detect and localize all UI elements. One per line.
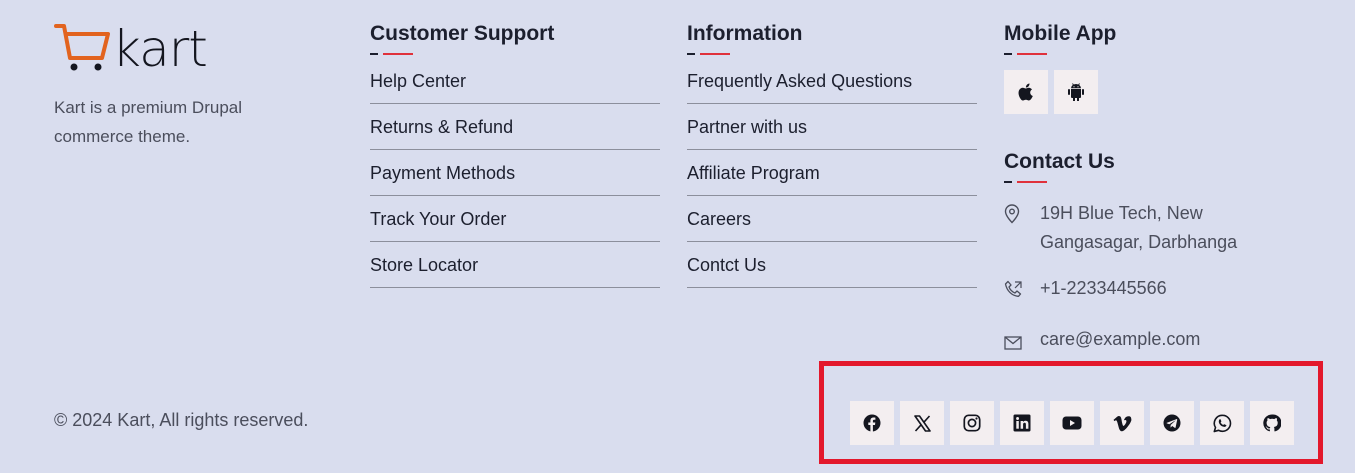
- heading-underline: [1004, 53, 1048, 56]
- link-faq[interactable]: Frequently Asked Questions: [687, 72, 977, 104]
- contact-email[interactable]: care@example.com: [1004, 325, 1334, 359]
- link-label[interactable]: Payment Methods: [370, 163, 515, 183]
- facebook-icon: [863, 414, 881, 432]
- link-label[interactable]: Frequently Asked Questions: [687, 71, 912, 91]
- android-app-button[interactable]: [1054, 70, 1098, 114]
- heading-underline: [370, 53, 414, 56]
- link-label[interactable]: Contct Us: [687, 255, 766, 275]
- map-pin-icon: [1004, 199, 1040, 233]
- link-contact-us[interactable]: Contct Us: [687, 242, 977, 288]
- vimeo-icon: [1113, 415, 1131, 431]
- telegram-icon: [1163, 414, 1181, 432]
- link-payment-methods[interactable]: Payment Methods: [370, 150, 660, 196]
- linkedin-button[interactable]: [1000, 401, 1044, 445]
- brand-block: kart Kart is a premium Drupal commerce t…: [54, 22, 314, 151]
- whatsapp-button[interactable]: [1200, 401, 1244, 445]
- youtube-button[interactable]: [1050, 401, 1094, 445]
- x-twitter-icon: [913, 414, 931, 432]
- vimeo-button[interactable]: [1100, 401, 1144, 445]
- contact-list: 19H Blue Tech, New Gangasagar, Darbhanga…: [1004, 199, 1334, 359]
- contact-phone[interactable]: +1-2233445566: [1004, 274, 1334, 308]
- phone-icon: [1004, 274, 1040, 308]
- link-label[interactable]: Track Your Order: [370, 209, 506, 229]
- instagram-button[interactable]: [950, 401, 994, 445]
- site-footer: kart Kart is a premium Drupal commerce t…: [0, 0, 1355, 473]
- instagram-icon: [963, 414, 981, 432]
- heading-underline: [1004, 181, 1048, 184]
- logo[interactable]: kart: [54, 20, 314, 78]
- copyright-text: © 2024 Kart, All rights reserved.: [54, 410, 309, 430]
- heading-underline: [687, 53, 731, 56]
- shopping-cart-icon: [54, 24, 110, 71]
- information-heading: Information: [687, 22, 803, 45]
- customer-support-links: Help Center Returns & Refund Payment Met…: [370, 72, 660, 288]
- envelope-icon: [1004, 325, 1040, 359]
- link-label[interactable]: Help Center: [370, 71, 466, 91]
- contact-email-text[interactable]: care@example.com: [1040, 325, 1200, 354]
- mobile-app-column: Mobile App Contact Us 19H Blue Tech, New…: [1004, 20, 1334, 359]
- logo-text: kart: [112, 20, 208, 78]
- youtube-icon: [1062, 416, 1082, 430]
- x-twitter-button[interactable]: [900, 401, 944, 445]
- social-links: [850, 401, 1294, 445]
- telegram-button[interactable]: [1150, 401, 1194, 445]
- link-affiliate[interactable]: Affiliate Program: [687, 150, 977, 196]
- information-column: Information Frequently Asked Questions P…: [687, 20, 977, 288]
- link-label[interactable]: Careers: [687, 209, 751, 229]
- mobile-app-heading: Mobile App: [1004, 22, 1117, 45]
- link-label[interactable]: Store Locator: [370, 255, 478, 275]
- whatsapp-icon: [1213, 413, 1231, 432]
- link-help-center[interactable]: Help Center: [370, 72, 660, 104]
- link-label[interactable]: Affiliate Program: [687, 163, 820, 183]
- linkedin-icon: [1013, 414, 1031, 432]
- link-label[interactable]: Partner with us: [687, 117, 807, 137]
- information-links: Frequently Asked Questions Partner with …: [687, 72, 977, 288]
- customer-support-heading: Customer Support: [370, 22, 555, 45]
- link-store-locator[interactable]: Store Locator: [370, 242, 660, 288]
- github-button[interactable]: [1250, 401, 1294, 445]
- contact-address: 19H Blue Tech, New Gangasagar, Darbhanga: [1004, 199, 1334, 257]
- link-label[interactable]: Returns & Refund: [370, 117, 513, 137]
- link-track-order[interactable]: Track Your Order: [370, 196, 660, 242]
- android-icon: [1068, 83, 1084, 101]
- app-store-buttons: [1004, 70, 1334, 114]
- link-returns-refund[interactable]: Returns & Refund: [370, 104, 660, 150]
- github-icon: [1263, 414, 1281, 432]
- link-partner[interactable]: Partner with us: [687, 104, 977, 150]
- contact-address-text: 19H Blue Tech, New Gangasagar, Darbhanga: [1040, 203, 1238, 252]
- link-careers[interactable]: Careers: [687, 196, 977, 242]
- facebook-button[interactable]: [850, 401, 894, 445]
- apple-app-button[interactable]: [1004, 70, 1048, 114]
- contact-phone-text[interactable]: +1-2233445566: [1040, 274, 1167, 303]
- contact-heading: Contact Us: [1004, 150, 1115, 173]
- brand-tagline: Kart is a premium Drupal commerce theme.: [54, 98, 243, 146]
- apple-icon: [1018, 83, 1033, 101]
- customer-support-column: Customer Support Help Center Returns & R…: [370, 20, 660, 288]
